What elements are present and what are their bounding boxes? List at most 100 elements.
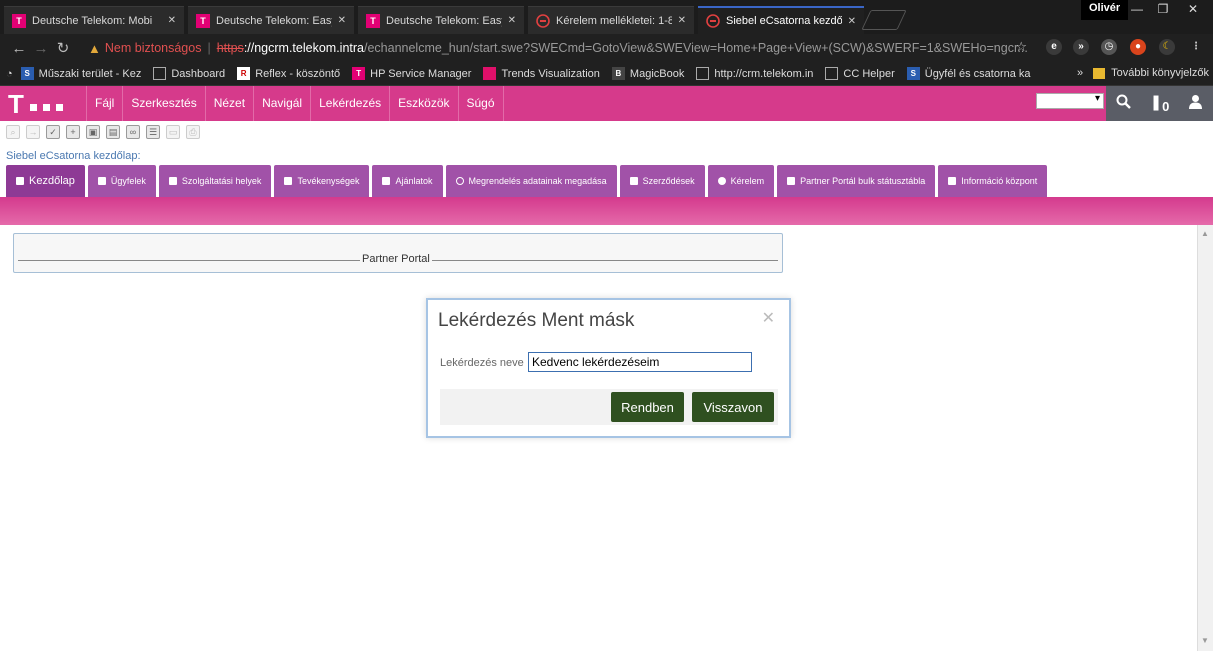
bookmark-item[interactable]: Dashboard — [153, 67, 225, 80]
close-icon[interactable]: ✕ — [168, 15, 176, 26]
print-icon[interactable]: ⎙ — [186, 125, 200, 139]
tab-icon — [455, 177, 464, 185]
breadcrumb[interactable]: Siebel eCsatorna kezdőlap: — [6, 150, 141, 162]
browser-tab[interactable]: T Deutsche Telekom: Mobi ✕ — [4, 6, 184, 34]
bookmark-item[interactable]: T HP Service Manager — [352, 67, 471, 80]
back-icon[interactable]: ← — [8, 40, 30, 57]
user-icon[interactable] — [1188, 94, 1203, 113]
profile-name[interactable]: Olivér — [1081, 0, 1129, 20]
query-name-input[interactable] — [528, 352, 752, 372]
notifications-icon[interactable]: ❚0 — [1150, 93, 1170, 114]
clipboard-icon[interactable]: ▭ — [166, 125, 180, 139]
query-icon[interactable]: ⌕ — [6, 125, 20, 139]
dialog-title: Lekérdezés Ment másk — [438, 310, 635, 331]
tab-info-center[interactable]: Információ központ — [938, 165, 1048, 197]
browser-tab[interactable]: T Deutsche Telekom: Easy ✕ — [188, 6, 354, 34]
close-icon[interactable]: ✕ — [678, 15, 686, 26]
paste-icon[interactable]: ▤ — [106, 125, 120, 139]
scroll-up-icon[interactable]: ▲ — [1201, 229, 1209, 238]
bookmark-item[interactable]: http://crm.telekom.in — [696, 67, 813, 80]
search-icon[interactable] — [1116, 94, 1131, 113]
tab-contracts[interactable]: Szerződések — [619, 165, 705, 197]
browser-tab[interactable]: Kérelem mellékletei: 1-8 ✕ — [528, 6, 694, 34]
tab-activities[interactable]: Tevékenységek — [274, 165, 370, 197]
tab-order-entry[interactable]: Megrendelés adatainak megadása — [445, 165, 617, 197]
ok-button[interactable]: Rendben — [611, 392, 684, 422]
url-path: /echannelcme_hun/start.swe?SWECmd=GotoVi… — [364, 41, 1028, 55]
forward-icon[interactable]: → — [30, 40, 52, 57]
reload-icon[interactable]: ↻ — [52, 39, 74, 57]
bookmark-item[interactable]: B MagicBook — [611, 67, 684, 80]
execute-query-icon[interactable]: → — [26, 125, 40, 139]
menu-navigate[interactable]: Navigál — [253, 86, 310, 121]
tm-icon: T — [352, 67, 366, 80]
close-icon[interactable]: ✕ — [508, 15, 516, 26]
new-tab-button[interactable] — [861, 10, 907, 30]
siebel-icon: S — [20, 67, 34, 80]
url-field[interactable]: ▲ Nem biztonságos | https ://ngcrm.telek… — [88, 37, 1038, 59]
other-bookmarks[interactable]: További könyvjelzők — [1111, 67, 1209, 79]
minimize-icon[interactable]: — — [1124, 0, 1150, 20]
extension-moon-icon[interactable]: ☾ — [1159, 39, 1175, 55]
menu-tools[interactable]: Eszközök — [389, 86, 457, 121]
tab-partner-portal-bulk[interactable]: Partner Portál bulk státusztábla — [777, 165, 936, 197]
menu-dots-icon[interactable]: ⋮ — [1188, 39, 1204, 55]
menu-query[interactable]: Lekérdezés — [310, 86, 389, 121]
address-bar: ← → ↻ ▲ Nem biztonságos | https ://ngcrm… — [0, 34, 1213, 62]
menu-file[interactable]: Fájl — [86, 86, 122, 121]
cancel-button[interactable]: Visszavon — [692, 392, 774, 422]
more-bookmarks-button[interactable]: » — [1077, 67, 1083, 79]
tab-offers[interactable]: Ajánlatok — [372, 165, 443, 197]
browser-tab-active[interactable]: Siebel eCsatorna kezdőla ✕ — [698, 6, 864, 34]
tab-requests[interactable]: Kérelem — [707, 165, 775, 197]
link-icon[interactable]: ∞ — [126, 125, 140, 139]
notification-count: 0 — [1162, 99, 1170, 114]
header-actions: ❚0 — [1106, 86, 1213, 121]
tab-icon — [948, 177, 957, 185]
bookmark-item[interactable]: R Reflex - köszöntő — [237, 67, 340, 80]
vertical-scrollbar[interactable]: ▲ ▼ — [1197, 225, 1213, 651]
bookmark-item[interactable]: S Ügyfél és csatorna ka — [906, 67, 1031, 80]
browser-tab[interactable]: T Deutsche Telekom: Easy ✕ — [358, 6, 524, 34]
tab-icon — [629, 177, 638, 185]
menu-help[interactable]: Súgó — [457, 86, 504, 121]
url-scheme: https — [216, 41, 244, 55]
new-record-icon[interactable]: ✓ — [46, 125, 60, 139]
reflex-icon: R — [237, 67, 251, 80]
screen-tabs: Kezdőlap Ügyfelek Szolgáltatási helyek T… — [6, 165, 1050, 197]
close-icon[interactable]: ✕ — [848, 16, 856, 27]
extension-quote-icon[interactable]: » — [1073, 39, 1089, 55]
menu-edit[interactable]: Szerkesztés — [122, 86, 204, 121]
telekom-favicon: T — [196, 13, 210, 28]
security-warning[interactable]: Nem biztonságos — [105, 41, 202, 55]
close-icon[interactable]: ✕ — [338, 15, 346, 26]
history-icon[interactable]: ◔ — [6, 68, 13, 80]
extension-clock-icon[interactable]: ◷ — [1101, 39, 1117, 55]
bookmark-star-icon[interactable]: ☆ — [1015, 39, 1027, 55]
extension-shield-icon[interactable]: ● — [1130, 39, 1146, 55]
partner-portal-portlet: Partner Portal — [13, 233, 783, 273]
portlet-title: Partner Portal — [360, 253, 432, 265]
screen: T Deutsche Telekom: Mobi ✕ T Deutsche Te… — [0, 0, 1213, 651]
extension-e-icon[interactable]: e — [1046, 39, 1062, 55]
list-icon[interactable]: ☰ — [146, 125, 160, 139]
tab-icon — [284, 177, 293, 185]
bookmark-item[interactable]: S Műszaki terület - Kez — [20, 67, 141, 80]
folder-icon — [1093, 67, 1106, 79]
bookmark-item[interactable]: Trends Visualization — [483, 67, 600, 80]
scroll-down-icon[interactable]: ▼ — [1201, 636, 1209, 645]
tab-service-locations[interactable]: Szolgáltatási helyek — [158, 165, 272, 197]
telekom-favicon: T — [366, 13, 380, 28]
menu-view[interactable]: Nézet — [204, 86, 253, 121]
close-icon[interactable]: ✕ — [762, 308, 775, 328]
url-host: ://ngcrm.telekom.intra — [243, 41, 364, 55]
bookmark-item[interactable]: CC Helper — [825, 67, 895, 80]
restore-icon[interactable]: ❐ — [1150, 0, 1176, 20]
save-record-icon[interactable]: + — [66, 125, 80, 139]
tab-home[interactable]: Kezdőlap — [6, 165, 85, 197]
telekom-logo[interactable]: T — [0, 86, 86, 121]
tab-customers[interactable]: Ügyfelek — [87, 165, 156, 197]
window-close-icon[interactable]: ✕ — [1178, 0, 1208, 20]
header-dropdown[interactable] — [1036, 93, 1104, 109]
copy-record-icon[interactable]: ▣ — [86, 125, 100, 139]
